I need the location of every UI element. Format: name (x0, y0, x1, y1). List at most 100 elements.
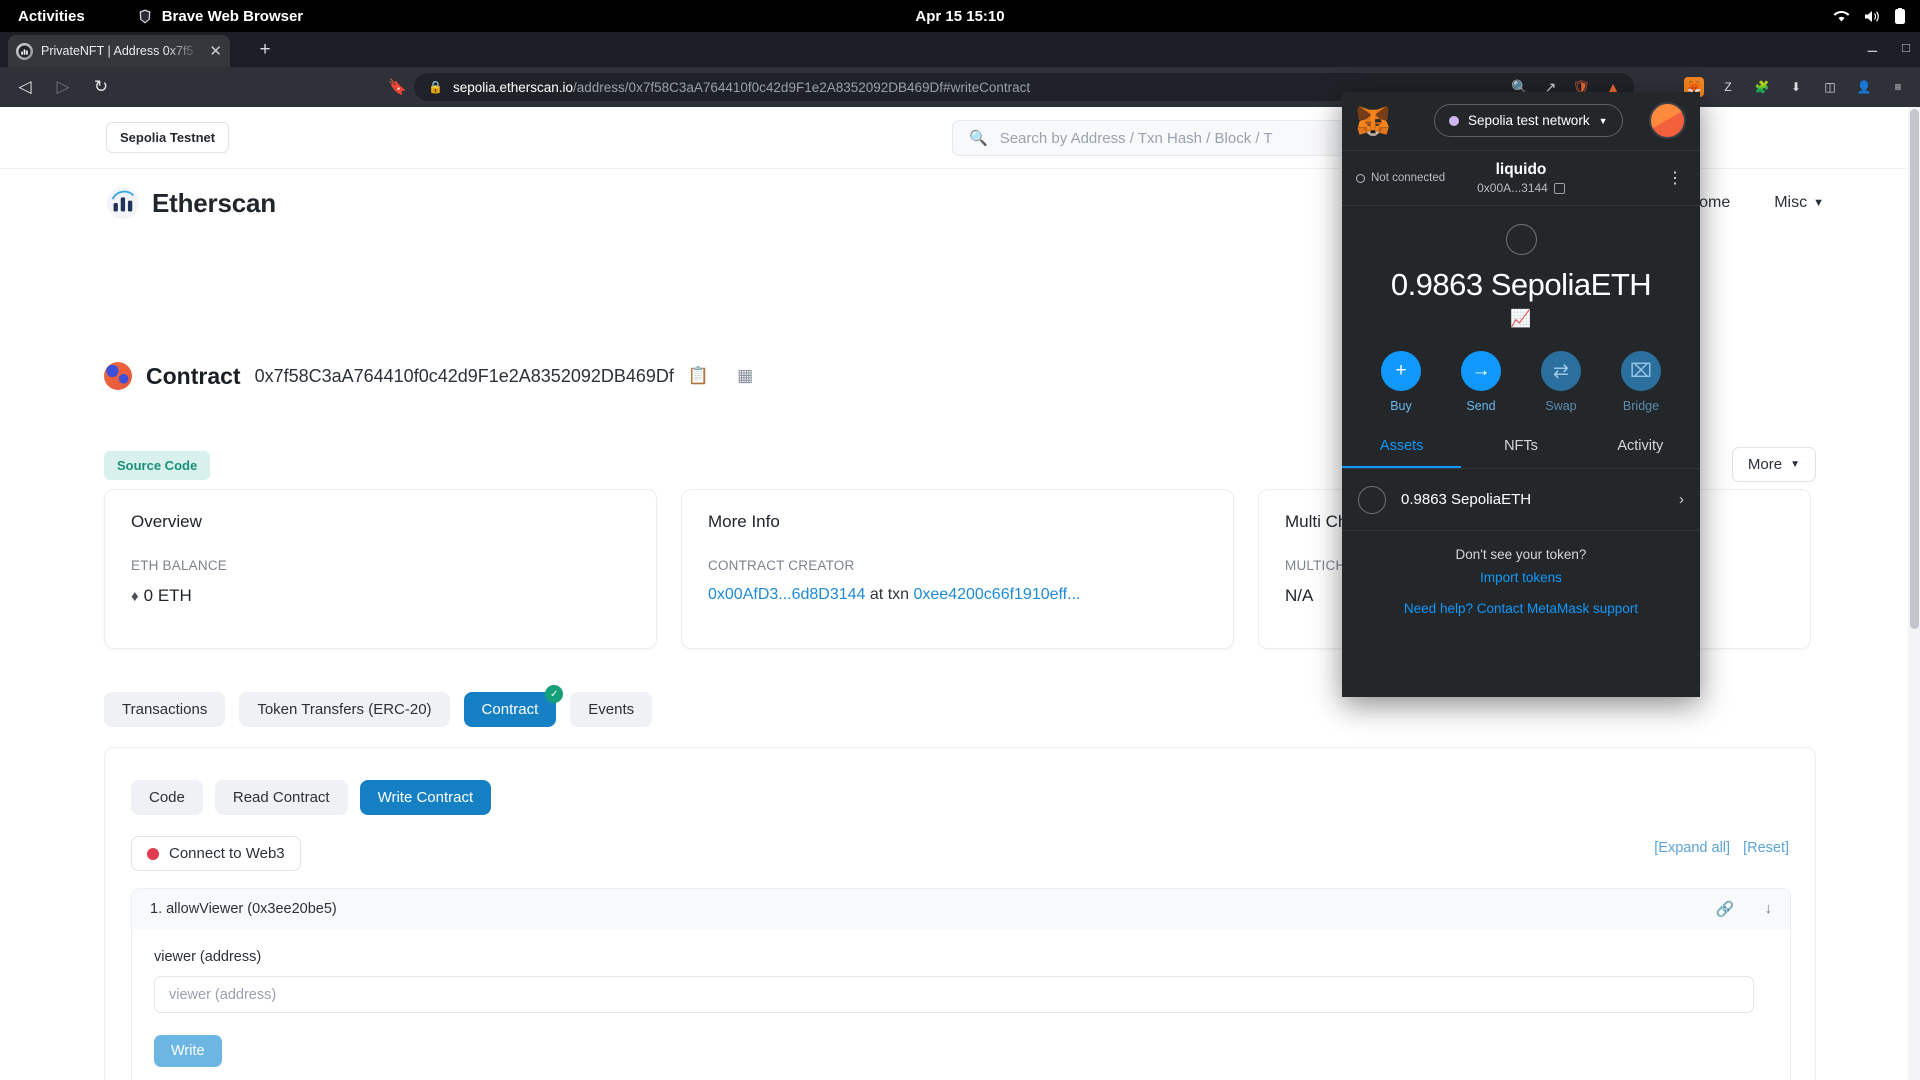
scrollbar-thumb[interactable] (1910, 109, 1919, 629)
window-controls[interactable]: ⚊ □ (1866, 40, 1910, 56)
creation-txn-link[interactable]: 0xee4200c66f1910eff... (914, 586, 1081, 603)
zcash-extension-icon[interactable]: Z (1718, 77, 1738, 97)
eth-balance-label: ETH BALANCE (131, 558, 227, 573)
close-icon[interactable]: ✕ (209, 44, 222, 59)
send-action[interactable]: → Send (1453, 351, 1509, 413)
reload-icon[interactable]: ↻ (86, 77, 116, 97)
reset-link[interactable]: [Reset] (1743, 840, 1789, 856)
puzzle-extensions-icon[interactable]: 🧩 (1752, 77, 1772, 97)
maximize-icon[interactable]: □ (1902, 40, 1910, 56)
page-scrollbar[interactable] (1908, 107, 1920, 1080)
copy-icon[interactable]: 📋 (688, 366, 709, 386)
metamask-header: Sepolia test network ▼ (1342, 92, 1700, 150)
content-tabs: Transactions Token Transfers (ERC-20) Co… (104, 685, 653, 727)
tab-contract[interactable]: Contract ✓ (463, 685, 564, 727)
tab-activity[interactable]: Activity (1581, 438, 1700, 468)
wifi-icon (1833, 10, 1850, 21)
function-body: viewer (address) viewer (address) Write (132, 929, 1790, 1080)
browser-tab[interactable]: PrivateNFT | Address 0x7f5 ✕ (8, 35, 230, 67)
tab-assets[interactable]: Assets (1342, 438, 1462, 468)
connect-to-web3-button[interactable]: Connect to Web3 (131, 836, 301, 871)
profile-icon[interactable]: 👤 (1854, 77, 1874, 97)
connection-status-label: Not connected (1371, 172, 1446, 184)
qr-code-icon[interactable]: ▦ (737, 366, 753, 386)
etherscan-favicon-icon (16, 42, 33, 60)
browser-tabstrip: PrivateNFT | Address 0x7f5 ✕ + ⚊ □ (0, 32, 1920, 67)
arrow-right-icon: → (1461, 351, 1501, 391)
copy-icon[interactable] (1553, 182, 1565, 194)
back-arrow-icon[interactable]: ◁ (10, 77, 40, 97)
chevron-down-icon: ▼ (1813, 197, 1824, 209)
page-title: Contract (146, 362, 241, 389)
subtab-read-contract[interactable]: Read Contract (214, 780, 348, 815)
tab-events[interactable]: Events (570, 692, 653, 727)
function-title: 1. allowViewer (0x3ee20be5) (150, 901, 337, 917)
param-label-viewer: viewer (address) (154, 949, 262, 965)
subtab-code[interactable]: Code (131, 780, 203, 815)
network-selector[interactable]: Sepolia test network ▼ (1434, 104, 1623, 137)
function-header[interactable]: 1. allowViewer (0x3ee20be5) 🔗 ↓ (132, 889, 1790, 929)
brave-logo-icon (139, 9, 151, 23)
function-block-allowviewer: 1. allowViewer (0x3ee20be5) 🔗 ↓ viewer (… (131, 888, 1791, 1080)
active-app-indicator[interactable]: Brave Web Browser (137, 8, 303, 25)
buy-action[interactable]: + Buy (1373, 351, 1429, 413)
more-info-card: More Info CONTRACT CREATOR 0x00AfD3...6d… (681, 489, 1234, 649)
contract-creator-value: 0x00AfD3...6d8D3144 at txn 0xee4200c66f1… (708, 586, 1207, 604)
swap-action: ⇄ Swap (1533, 351, 1589, 413)
creator-at-txn-text: at txn (869, 586, 910, 603)
contract-header: Contract 0x7f58C3aA764410f0c42d9F1e2A835… (104, 362, 753, 390)
connection-status-dot-icon (147, 847, 159, 860)
swap-label: Swap (1545, 399, 1577, 413)
etherscan-brand[interactable]: Etherscan (106, 186, 276, 220)
swap-arrows-icon: ⇄ (1541, 351, 1581, 391)
write-button[interactable]: Write (154, 1035, 222, 1067)
os-clock[interactable]: Apr 15 15:10 (915, 8, 1004, 25)
sidebar-icon[interactable]: ◫ (1820, 77, 1840, 97)
tab-token-transfers[interactable]: Token Transfers (ERC-20) (239, 692, 450, 727)
bookmark-icon[interactable]: 🔖 (388, 78, 407, 96)
chart-line-icon[interactable]: 📈 (1342, 309, 1700, 329)
import-tokens-link[interactable]: Import tokens (1342, 570, 1700, 585)
kebab-menu-icon[interactable]: ⋮ (1667, 168, 1684, 188)
menu-icon[interactable]: ≡ (1888, 77, 1908, 97)
metamask-tabs: Assets NFTs Activity (1342, 438, 1700, 469)
volume-icon (1865, 10, 1879, 22)
more-button[interactable]: More ▼ (1731, 447, 1816, 482)
download-icon[interactable]: ⬇ (1786, 77, 1806, 97)
viewer-address-input[interactable]: viewer (address) (154, 976, 1754, 1013)
asset-list-item[interactable]: 0.9863 SepoliaETH › (1342, 469, 1700, 531)
os-status-icons[interactable] (1833, 7, 1906, 25)
network-pill[interactable]: Sepolia Testnet (106, 122, 230, 153)
metamask-account-bar: Not connected liquido 0x00A...3144 ⋮ (1342, 150, 1700, 206)
browser-tab-title: PrivateNFT | Address 0x7f5 (41, 44, 194, 58)
chevron-down-icon: ▼ (1598, 115, 1608, 126)
expand-all-link[interactable]: [Expand all] (1654, 840, 1730, 856)
contract-address: 0x7f58C3aA764410f0c42d9F1e2A8352092DB469… (254, 365, 674, 386)
creator-address-link[interactable]: 0x00AfD3...6d8D3144 (708, 586, 865, 603)
account-avatar-icon[interactable] (1649, 102, 1686, 139)
metamask-fox-icon (1357, 105, 1390, 136)
token-question-text: Don't see your token? (1455, 547, 1587, 562)
sepolia-eth-token-icon (1505, 224, 1537, 255)
link-icon[interactable]: 🔗 (1716, 900, 1735, 918)
connection-status: Not connected (1356, 172, 1445, 184)
contract-creator-label: CONTRACT CREATOR (708, 558, 855, 573)
url-path: /address/0x7f58C3aA764410f0c42d9F1e2A835… (573, 79, 1031, 95)
chevron-right-icon: › (1679, 491, 1684, 508)
plus-icon[interactable]: + (252, 39, 278, 63)
subtab-write-contract[interactable]: Write Contract (359, 780, 492, 815)
search-placeholder: Search by Address / Txn Hash / Block / T (999, 129, 1273, 147)
lock-icon: 🔒 (428, 80, 443, 94)
connect-to-web3-label: Connect to Web3 (169, 845, 285, 862)
tab-transactions[interactable]: Transactions (104, 692, 226, 727)
contract-identicon (104, 362, 132, 390)
tab-nfts[interactable]: NFTs (1461, 438, 1580, 468)
chevron-down-icon[interactable]: ↓ (1765, 900, 1773, 918)
nav-link-misc[interactable]: Misc ▼ (1774, 194, 1824, 212)
activities-button[interactable]: Activities (18, 8, 85, 25)
active-app-name: Brave Web Browser (161, 7, 304, 25)
minimize-icon[interactable]: ⚊ (1866, 40, 1878, 56)
panel-actions: [Expand all] [Reset] (1654, 840, 1789, 856)
network-label: Sepolia test network (1468, 113, 1590, 128)
metamask-support-link[interactable]: MetaMask support (1527, 601, 1638, 616)
